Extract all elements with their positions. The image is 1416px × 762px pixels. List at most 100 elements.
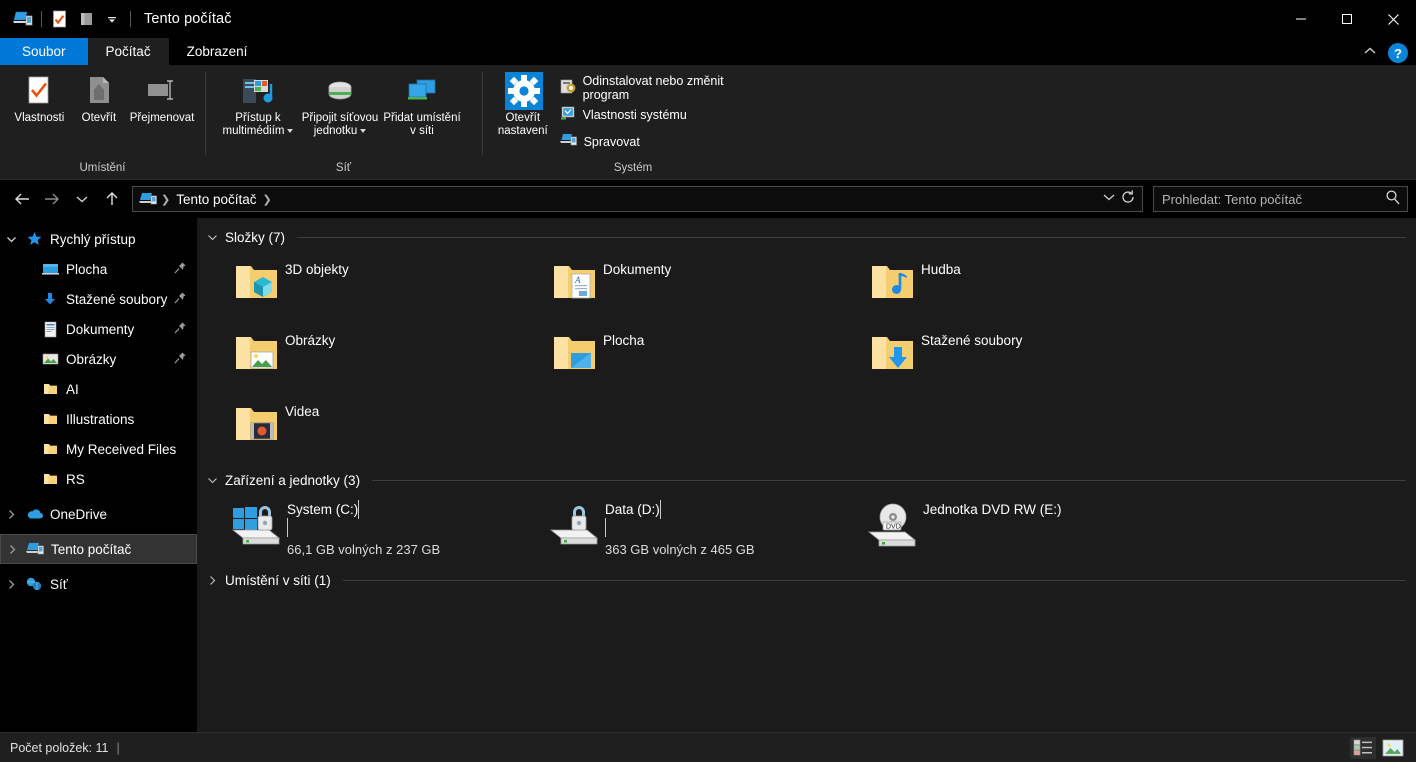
properties-icon[interactable]	[47, 6, 73, 32]
otevrit-button[interactable]: Otevřít	[73, 71, 125, 125]
this-pc-icon[interactable]	[10, 6, 36, 32]
navigation-pane: Rychlý přístup Plocha Stažené soubory Do…	[0, 218, 197, 732]
folder-item-videa[interactable]: Videa	[213, 392, 531, 463]
sidebar-item-onedrive[interactable]: OneDrive	[0, 499, 197, 529]
section-header-slozky[interactable]: Složky (7)	[197, 224, 1416, 250]
pripojit-sitovou-jednotku-button[interactable]: Připojit síťovou jednotku	[299, 71, 381, 138]
forward-arrow-icon[interactable]	[38, 185, 66, 213]
breadcrumb-separator-2[interactable]: ❯	[261, 193, 274, 206]
chevron-up-icon[interactable]	[1362, 44, 1378, 62]
drive-name: Jednotka DVD RW (E:)	[923, 502, 1062, 517]
file-list-pane: Složky (7) 3D objekty A Dokumenty Hudba …	[197, 218, 1416, 732]
sidebar-item-rychly-pristup[interactable]: Rychlý přístup	[0, 224, 197, 254]
chevron-down-icon-2[interactable]	[360, 128, 367, 133]
section-header-umisteni-v-siti[interactable]: Umístění v síti (1)	[197, 567, 1416, 593]
address-path-box[interactable]: ❯ Tento počítač ❯	[132, 186, 1143, 212]
sidebar-label: Stažené soubory	[66, 291, 168, 307]
chevron-collapsed-icon[interactable]	[205, 575, 219, 586]
sidebar-label: My Received Files	[66, 441, 177, 457]
search-box[interactable]	[1153, 186, 1408, 212]
spravovat-item[interactable]: Spravovat	[554, 128, 778, 155]
chevron-down-icon[interactable]	[287, 128, 294, 133]
drive-item-system-c[interactable]: System (C:) 66,1 GB volných z 237 GB	[213, 493, 531, 565]
search-icon[interactable]	[1385, 189, 1401, 210]
sidebar-item-obrazky[interactable]: Obrázky	[0, 344, 197, 374]
tab-soubor[interactable]: Soubor	[0, 38, 88, 65]
sidebar-item-illustrations[interactable]: Illustrations	[0, 404, 197, 434]
pristup-k-multimediim-button[interactable]: Přístup k multimédiím	[217, 71, 299, 138]
documents-icon	[38, 321, 62, 338]
chevron-expanded-icon[interactable]	[0, 234, 22, 245]
ribbon-group-sit: Přístup k multimédiím Připojit síťovou j…	[205, 65, 482, 179]
back-arrow-icon[interactable]	[8, 185, 36, 213]
drive-grid: System (C:) 66,1 GB volných z 237 GB Dat…	[197, 493, 1416, 565]
folder-item-stazene-soubory[interactable]: Stažené soubory	[849, 321, 1167, 392]
close-button[interactable]	[1370, 0, 1416, 38]
folder-name: 3D objekty	[285, 262, 349, 277]
folder-item-3d-objekty[interactable]: 3D objekty	[213, 250, 531, 321]
sidebar-item-tento-pocitac[interactable]: Tento počítač	[0, 534, 197, 564]
pridat-umisteni-v-siti-button[interactable]: Přidat umístění v síti	[381, 71, 463, 138]
folder-item-plocha[interactable]: Plocha	[531, 321, 849, 392]
address-bar-actions	[1102, 189, 1138, 210]
sidebar-label: RS	[66, 471, 85, 487]
chevron-expanded-icon[interactable]	[205, 475, 219, 486]
maximize-button[interactable]	[1324, 0, 1370, 38]
sidebar-item-sit[interactable]: Síť	[0, 569, 197, 599]
onedrive-icon	[22, 508, 46, 521]
breadcrumb-tento-pocitac[interactable]: Tento počítač	[172, 192, 260, 207]
sidebar-item-stazene-soubory[interactable]: Stažené soubory	[0, 284, 197, 314]
otevrit-label: Otevřít	[81, 112, 117, 124]
pin-icon[interactable]	[173, 261, 187, 278]
help-button[interactable]: ?	[1388, 43, 1408, 63]
sidebar-item-ai[interactable]: AI	[0, 374, 197, 404]
sidebar-item-my-received-files[interactable]: My Received Files	[0, 434, 197, 464]
recent-locations-icon[interactable]	[68, 185, 96, 213]
otevrit-nastaveni-button[interactable]: Otevřít nastavení	[492, 71, 554, 138]
minimize-button[interactable]	[1278, 0, 1324, 38]
pin-icon[interactable]	[173, 321, 187, 338]
pin-icon[interactable]	[173, 291, 187, 308]
view-mode-buttons	[1350, 736, 1406, 759]
settings-gear-icon	[503, 72, 543, 110]
section-title: Složky (7)	[225, 229, 286, 245]
folder-name: Plocha	[603, 333, 645, 348]
section-divider	[297, 236, 1406, 238]
chevron-expanded-icon[interactable]	[205, 232, 219, 243]
properties-icon	[24, 75, 54, 109]
chevron-collapsed-icon[interactable]	[1, 544, 23, 555]
prejmenovat-label: Přejmenovat	[129, 112, 195, 124]
pristup-k-multimediim-label: Přístup k multimédiím	[222, 112, 285, 137]
drive-item-data-d[interactable]: Data (D:) 363 GB volných z 465 GB	[531, 493, 849, 565]
pridat-umisteni-v-siti-label: Přidat umístění v síti	[383, 112, 461, 137]
refresh-icon[interactable]	[1120, 189, 1136, 210]
chevron-collapsed-icon[interactable]	[0, 579, 22, 590]
sidebar-item-plocha[interactable]: Plocha	[0, 254, 197, 284]
folder-item-dokumenty[interactable]: A Dokumenty	[531, 250, 849, 321]
tab-zobrazeni[interactable]: Zobrazení	[169, 38, 266, 65]
sidebar-label: Plocha	[66, 261, 108, 277]
vlastnosti-button[interactable]: Vlastnosti	[6, 71, 73, 125]
folder-item-hudba[interactable]: Hudba	[849, 250, 1167, 321]
breadcrumb-separator-1[interactable]: ❯	[159, 193, 172, 206]
drive-item-dvd-rw-e[interactable]: DVD Jednotka DVD RW (E:)	[849, 493, 1167, 565]
search-input[interactable]	[1160, 190, 1385, 208]
dropdown-caret-icon[interactable]	[99, 6, 125, 32]
up-arrow-icon[interactable]	[98, 185, 126, 213]
folder-icon[interactable]	[73, 6, 99, 32]
prejmenovat-button[interactable]: Přejmenovat	[125, 71, 199, 125]
sidebar-item-dokumenty[interactable]: Dokumenty	[0, 314, 197, 344]
odinstalovat-nebo-zmenit-program-item[interactable]: Odinstalovat nebo změnit program	[554, 74, 778, 102]
chevron-collapsed-icon[interactable]	[0, 509, 22, 520]
chevron-down-icon[interactable]	[1102, 190, 1116, 208]
folder-icon	[38, 412, 62, 426]
sidebar-item-rs[interactable]: RS	[0, 464, 197, 494]
vlastnosti-systemu-item[interactable]: Vlastnosti systému	[554, 101, 778, 128]
large-icons-view-icon[interactable]	[1380, 737, 1406, 759]
tab-pocitac[interactable]: Počítač	[87, 38, 169, 65]
folder-grid: 3D objekty A Dokumenty Hudba Obrázky Plo…	[197, 250, 1416, 463]
section-header-zarizeni-a-jednotky[interactable]: Zařízení a jednotky (3)	[197, 467, 1416, 493]
folder-item-obrazky[interactable]: Obrázky	[213, 321, 531, 392]
pin-icon[interactable]	[173, 351, 187, 368]
details-view-icon[interactable]	[1350, 736, 1376, 759]
